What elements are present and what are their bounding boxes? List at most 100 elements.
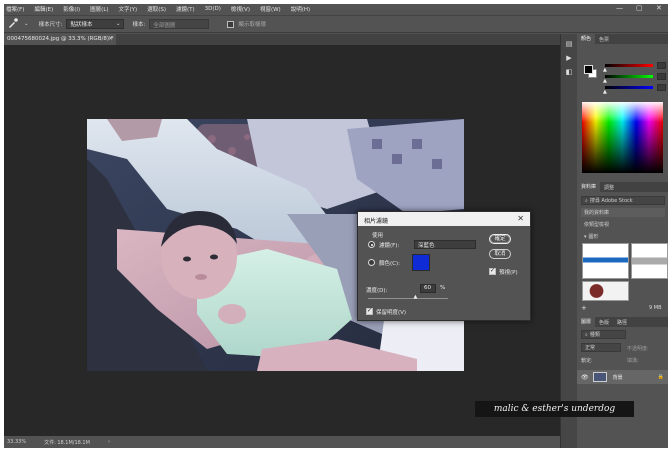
blend-mode-value: 正常 — [585, 345, 596, 351]
library-thumbnail[interactable] — [582, 281, 629, 301]
sample-label: 樣本: — [132, 22, 146, 28]
search-icon: ⌕ — [585, 197, 588, 204]
library-view-row[interactable]: 依類型檢視 — [581, 220, 665, 229]
menu-bar: 檔案(F) 編輯(E) 影像(I) 圖層(L) 文字(Y) 選取(S) 濾鏡(T… — [4, 4, 668, 14]
menu-edit[interactable]: 編輯(E) — [34, 5, 53, 13]
density-input[interactable]: 60 — [420, 284, 436, 293]
filter-label: 濾鏡(F): — [379, 243, 400, 249]
layer-row-background[interactable]: 👁 背景 🔒 — [577, 370, 668, 384]
menu-3d[interactable]: 3D(D) — [205, 6, 221, 12]
show-ring-checkbox[interactable] — [227, 20, 235, 28]
library-size: 9 MB — [649, 305, 662, 311]
preview-label: 預視(P) — [499, 270, 518, 276]
library-panel-tabs: 資料庫 調整 — [577, 182, 668, 192]
color-spectrum-highlight — [582, 102, 663, 122]
status-arrow-icon[interactable]: › — [108, 439, 110, 445]
history-icon[interactable]: ▤ — [561, 40, 577, 48]
library-section-header[interactable]: ▾ 圖形 — [581, 232, 665, 241]
green-slider-handle-icon[interactable]: ▲ — [603, 78, 607, 84]
blue-value-field[interactable] — [657, 84, 666, 91]
density-slider-handle-icon[interactable]: ▲ — [414, 294, 418, 300]
menu-help[interactable]: 說明(H) — [291, 5, 310, 13]
status-zoom[interactable]: 33.33% — [7, 439, 26, 445]
density-slider-track[interactable] — [368, 298, 448, 299]
menu-window[interactable]: 視窗(W) — [260, 5, 281, 13]
sample-size-label: 樣本尺寸: — [38, 22, 63, 28]
maximize-button[interactable]: ▢ — [636, 4, 643, 12]
opacity-label: 不透明度: — [627, 346, 649, 352]
use-label: 使用 — [372, 233, 384, 239]
document-tab-title: 000475680024.jpg @ 33.3% (RGB/8) * — [7, 36, 114, 42]
filter-radio[interactable] — [368, 241, 375, 248]
lock-icon: 🔒 — [657, 374, 664, 380]
tab-color[interactable]: 顏色 — [577, 34, 596, 44]
preserve-luminosity-checkbox[interactable] — [366, 307, 373, 315]
layer-thumbnail — [592, 372, 607, 382]
status-bar: 33.33% 文件: 18.1M/18.1M › — [4, 436, 560, 448]
library-search-input[interactable]: ⌕ 搜尋 Adobe Stock — [581, 196, 665, 205]
sample-value: 全部圖層 — [153, 23, 176, 29]
eyedropper-icon[interactable] — [8, 18, 22, 30]
color-radio[interactable] — [368, 259, 375, 266]
blue-slider[interactable] — [605, 86, 653, 89]
library-name-row[interactable]: 我的資料庫 — [581, 208, 665, 217]
menu-filter[interactable]: 濾鏡(T) — [176, 5, 195, 13]
tab-channels[interactable]: 色版 — [595, 319, 613, 326]
minimize-button[interactable]: — — [616, 4, 623, 12]
lock-label: 鎖定: — [581, 358, 593, 364]
library-view-label: 依類型檢視 — [584, 222, 610, 228]
menu-view[interactable]: 檢視(V) — [231, 5, 250, 13]
sample-select[interactable]: 全部圖層 — [149, 19, 210, 29]
panel-icon-strip: ▤ ▶ ◧ — [560, 34, 577, 448]
right-panel: 顏色 色票 ▲ ▲ ▲ 資料庫 調整 ⌕ 搜尋 Adobe Stock 我的資料… — [577, 34, 668, 448]
density-label: 濃度(D): — [366, 288, 388, 294]
photo-filter-dialog: 相片濾鏡 ✕ 使用 濾鏡(F): 深藍色 顏色(C): 濃度(D): 60 % … — [357, 211, 531, 321]
filter-color-swatch[interactable] — [412, 254, 430, 271]
layer-name: 背景 — [612, 374, 623, 381]
eye-icon[interactable]: 👁 — [581, 374, 589, 381]
play-icon[interactable]: ▶ — [561, 54, 577, 62]
preview-checkbox[interactable] — [489, 267, 496, 275]
tab-adjustments[interactable]: 調整 — [600, 184, 618, 191]
red-value-field[interactable] — [657, 62, 666, 69]
blue-slider-handle-icon[interactable]: ▲ — [603, 89, 607, 95]
dialog-close-icon[interactable]: ✕ — [517, 214, 524, 223]
document-tab[interactable]: 000475680024.jpg @ 33.3% (RGB/8) * × — [4, 34, 116, 45]
menu-select[interactable]: 選取(S) — [147, 5, 166, 13]
fill-label: 填滿: — [627, 358, 639, 364]
green-slider[interactable] — [605, 75, 653, 78]
menu-type[interactable]: 文字(Y) — [119, 5, 138, 13]
red-slider-handle-icon[interactable]: ▲ — [603, 67, 607, 73]
color-label: 顏色(C): — [379, 261, 400, 267]
menu-file[interactable]: 檔案(F) — [6, 5, 24, 13]
blend-mode-select[interactable]: 正常 — [581, 343, 621, 352]
document-tab-bar: 000475680024.jpg @ 33.3% (RGB/8) * × — [4, 34, 560, 45]
library-thumbnail[interactable] — [631, 243, 668, 279]
tab-layers[interactable]: 圖層 — [577, 317, 596, 327]
menu-image[interactable]: 影像(I) — [63, 5, 80, 13]
show-ring-label: 顯示取樣環 — [238, 22, 266, 28]
sample-size-select[interactable]: 點狀樣本 ⌄ — [66, 19, 125, 29]
menu-layer[interactable]: 圖層(L) — [90, 5, 108, 13]
density-unit: % — [440, 285, 446, 291]
filter-select[interactable]: 深藍色 — [414, 240, 476, 249]
library-thumbnail[interactable] — [582, 243, 629, 279]
green-value-field[interactable] — [657, 73, 666, 80]
ok-button[interactable]: 確定 — [489, 234, 511, 244]
tab-libraries[interactable]: 資料庫 — [577, 182, 601, 192]
chevron-down-icon: ⌄ — [115, 21, 121, 27]
close-tab-icon[interactable]: × — [108, 35, 113, 42]
close-window-button[interactable]: ✕ — [656, 4, 662, 12]
add-library-icon[interactable]: + — [581, 304, 587, 312]
cancel-button[interactable]: 取消 — [489, 249, 511, 259]
dialog-titlebar: 相片濾鏡 ✕ — [358, 212, 530, 226]
tab-paths[interactable]: 路徑 — [613, 319, 631, 326]
filter-value: 深藍色 — [418, 242, 435, 249]
tab-swatches[interactable]: 色票 — [595, 36, 613, 43]
foreground-color-swatch[interactable] — [584, 65, 593, 74]
layer-kind-filter[interactable]: ⌕ 種類 — [581, 330, 626, 339]
adjustments-icon[interactable]: ◧ — [561, 68, 577, 76]
tool-preset-chevron-icon[interactable]: ⌄ — [24, 21, 29, 27]
red-slider[interactable] — [605, 64, 653, 67]
options-bar: ⌄ 樣本尺寸: 點狀樣本 ⌄ 樣本: 全部圖層 顯示取樣環 — [4, 15, 668, 33]
